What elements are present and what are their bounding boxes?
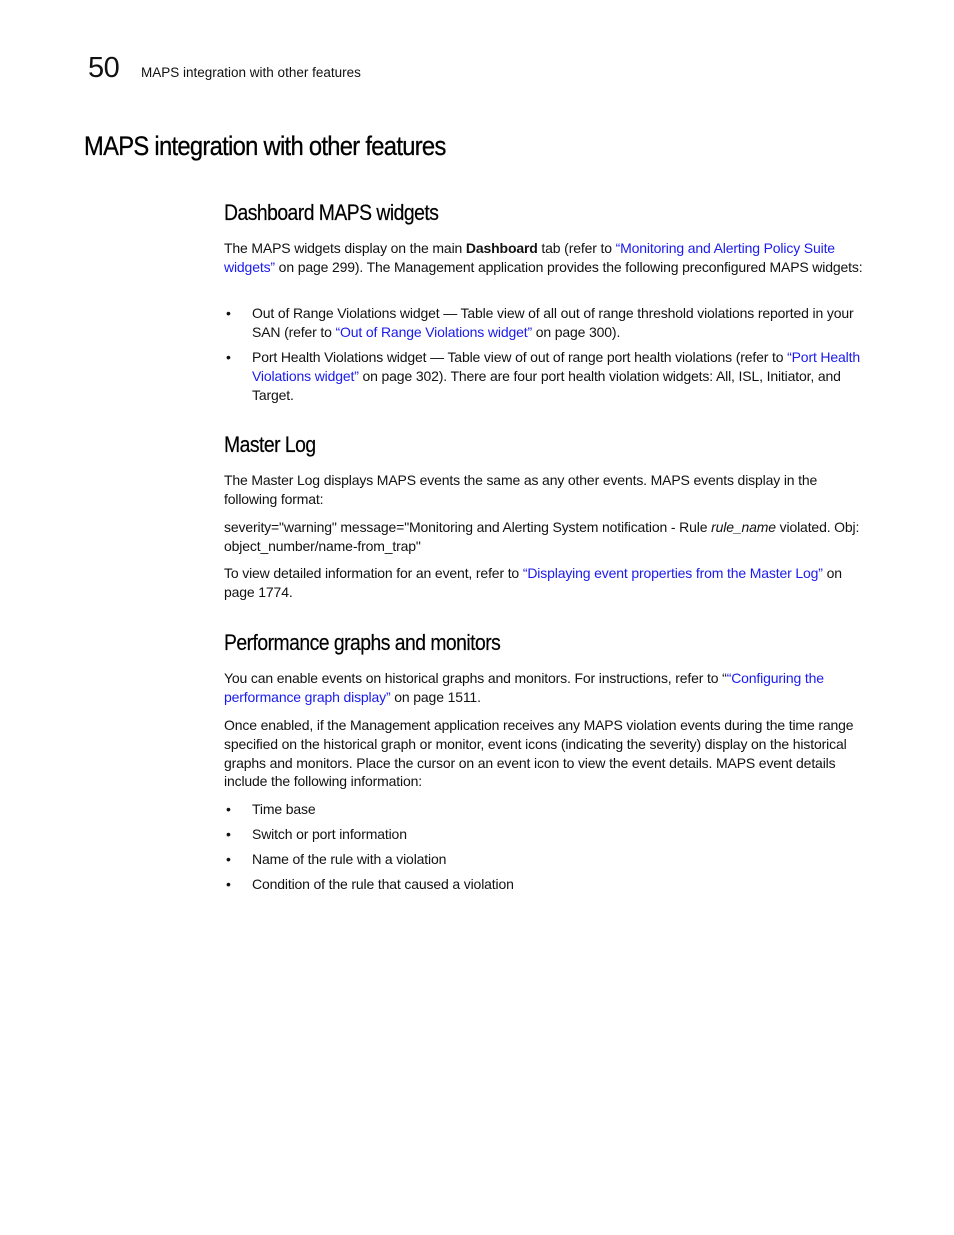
text: on page 1511.	[390, 688, 481, 705]
text: severity="warning" message="Monitoring a…	[224, 519, 712, 535]
text: Condition of the rule that caused a viol…	[252, 876, 514, 892]
text: Name of the rule with a violation	[252, 851, 447, 867]
bullet-icon: •	[226, 305, 231, 321]
text: Port Health Violations widget — Table vi…	[252, 349, 788, 365]
text: on page 299). The Management application…	[274, 258, 863, 275]
text: tab (refer to	[537, 240, 616, 256]
text: Switch or port information	[252, 826, 407, 842]
rule-name-placeholder: rule_name	[711, 519, 776, 535]
section-heading-performance-graphs: Performance graphs and monitors	[224, 630, 501, 655]
bullet-icon: •	[226, 876, 231, 892]
list-item: • Switch or port information	[226, 825, 874, 844]
list-item: • Out of Range Violations widget — Table…	[226, 304, 874, 342]
dashboard-intro-paragraph: The MAPS widgets display on the main Das…	[224, 239, 874, 277]
list-item: • Port Health Violations widget — Table …	[226, 348, 874, 404]
event-format-paragraph: severity="warning" message="Monitoring a…	[224, 518, 874, 556]
section-heading-dashboard-maps-widgets: Dashboard MAPS widgets	[224, 200, 439, 225]
section-heading-master-log: Master Log	[224, 432, 316, 457]
text: The MAPS widgets display on the main	[224, 240, 466, 256]
text: on page 300).	[531, 323, 621, 340]
master-log-paragraph: The Master Log displays MAPS events the …	[224, 472, 818, 507]
dashboard-tab-name: Dashboard	[465, 240, 538, 256]
chapter-number: 50	[88, 52, 120, 84]
bullet-icon: •	[226, 349, 231, 365]
bullet-icon: •	[226, 851, 231, 867]
list-item: • Time base	[226, 800, 874, 819]
text: To view detailed information for an even…	[224, 565, 523, 581]
text: You can enable events on historical grap…	[224, 670, 727, 686]
link-out-of-range-violations-widget[interactable]: “Out of Range Violations widget”	[335, 324, 532, 340]
performance-intro-paragraph: You can enable events on historical grap…	[224, 669, 874, 707]
bullet-icon: •	[226, 826, 231, 842]
link-displaying-event-properties[interactable]: “Displaying event properties from the Ma…	[523, 565, 823, 581]
text: Time base	[252, 801, 316, 817]
page-title: MAPS integration with other features	[84, 131, 447, 161]
event-details-paragraph: To view detailed information for an even…	[224, 564, 874, 602]
running-title: MAPS integration with other features	[141, 65, 361, 80]
bullet-icon: •	[226, 801, 231, 817]
list-item: • Name of the rule with a violation	[226, 850, 874, 869]
list-item: • Condition of the rule that caused a vi…	[226, 875, 874, 894]
performance-details-paragraph: Once enabled, if the Management applicat…	[224, 717, 854, 790]
